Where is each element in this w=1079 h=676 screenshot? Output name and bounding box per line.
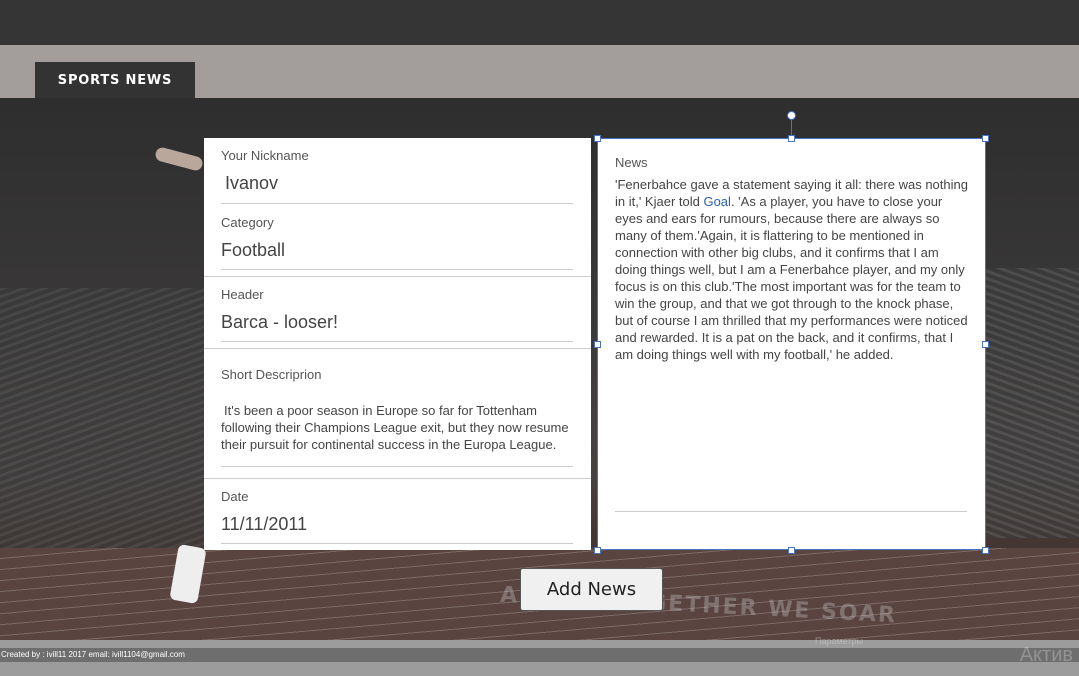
header-field[interactable]: Barca - looser! (221, 312, 338, 333)
athlete-hand (154, 146, 204, 172)
news-textarea[interactable]: News 'Fenerbahce gave a statement saying… (597, 138, 986, 550)
stands-right (979, 268, 1079, 538)
footer-credits: Created by : ivill11 2017 email: ivill11… (1, 650, 185, 659)
category-label: Category (221, 215, 274, 230)
resize-handle-left[interactable] (594, 341, 601, 348)
resize-handle-right[interactable] (982, 341, 989, 348)
resize-handle-bottom-right[interactable] (982, 547, 989, 554)
news-text-rest: . 'As a player, you have to close your e… (615, 194, 968, 362)
short-description-label: Short Descriprion (221, 367, 322, 382)
add-news-button[interactable]: Add News (520, 568, 663, 611)
resize-handle-top-right[interactable] (982, 135, 989, 142)
divider (204, 276, 591, 277)
ghost-text: Параметры (815, 636, 863, 646)
news-label: News (615, 155, 648, 170)
rotate-handle[interactable] (787, 111, 796, 120)
nickname-underline (221, 203, 573, 204)
top-bar (0, 0, 1079, 45)
resize-handle-bottom-left[interactable] (594, 547, 601, 554)
date-underline (221, 543, 573, 544)
stands-left (0, 288, 205, 548)
short-description-underline (221, 466, 573, 467)
news-form: Your Nickname Ivanov Category Football H… (204, 138, 591, 550)
header-label: Header (221, 287, 264, 302)
resize-handle-top-left[interactable] (594, 135, 601, 142)
date-field[interactable]: 11/11/2011 (221, 514, 307, 535)
date-label: Date (221, 489, 249, 504)
divider (204, 478, 591, 479)
category-underline (221, 269, 573, 270)
news-text[interactable]: 'Fenerbahce gave a statement saying it a… (615, 176, 971, 363)
news-underline (615, 511, 967, 512)
nickname-field[interactable]: Ivanov (225, 173, 278, 194)
tab-sports-news[interactable]: SPORTS NEWS (35, 62, 195, 98)
header-underline (221, 341, 573, 342)
divider (204, 348, 591, 349)
activation-watermark: Актив (1019, 644, 1073, 666)
resize-handle-bottom[interactable] (788, 547, 795, 554)
nickname-label: Your Nickname (221, 148, 309, 163)
resize-handle-top[interactable] (788, 135, 795, 142)
category-field[interactable]: Football (221, 240, 285, 261)
goal-link[interactable]: Goal (703, 194, 730, 209)
short-description-field[interactable]: It's been a poor season in Europe so far… (221, 402, 583, 453)
